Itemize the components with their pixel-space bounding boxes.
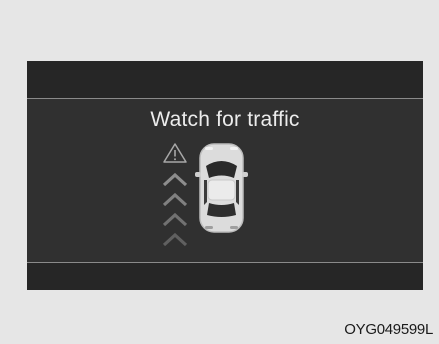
chevron-3 (162, 212, 188, 227)
display-bottom-band (27, 262, 423, 290)
chevron-4 (162, 232, 188, 247)
cluster-display: Watch for traffic (27, 61, 423, 290)
rear-traffic-graphic (162, 143, 248, 247)
display-top-band (27, 61, 423, 99)
chevron-1 (162, 172, 188, 187)
figure-code: OYG049599L (344, 321, 433, 338)
warning-message: Watch for traffic (150, 108, 300, 131)
warning-triangle-icon (163, 143, 187, 163)
car-top-view-icon (195, 143, 248, 233)
chevron-up-stack-icon (162, 172, 188, 247)
chevron-2 (162, 192, 188, 207)
